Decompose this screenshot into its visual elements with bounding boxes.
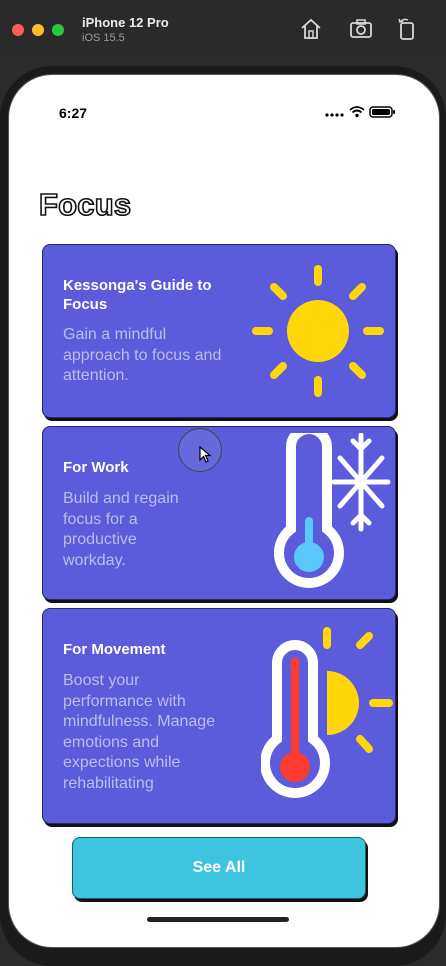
see-all-button[interactable]: See All	[72, 837, 366, 899]
home-icon[interactable]	[298, 16, 324, 42]
signal-icon	[325, 113, 344, 117]
simulator-titlebar: iPhone 12 Pro iOS 15.5	[0, 0, 446, 58]
status-time: 6:27	[59, 105, 88, 121]
card-description: Gain a mindful approach to focus and att…	[63, 326, 222, 384]
thermometer-snowflake-icon	[274, 433, 391, 588]
sun-icon	[252, 265, 384, 397]
thermometer-sun-icon	[261, 627, 393, 798]
minimize-window-button[interactable]	[32, 24, 44, 36]
page-title: Focus	[38, 186, 132, 223]
phone-screen: 6:27 Focus Kessonga's Guide to Focus Gai…	[8, 74, 440, 948]
status-icons	[325, 106, 395, 118]
card-title: For Movement	[63, 641, 166, 658]
os-version: iOS 15.5	[82, 32, 125, 44]
card-description: Boost your performance with mindfulness.…	[63, 672, 216, 792]
home-indicator	[147, 917, 289, 922]
wifi-icon	[349, 106, 365, 118]
cursor-arrow-icon	[199, 446, 212, 463]
battery-icon	[369, 106, 395, 118]
card-title: Kessonga's Guide to Focus	[63, 277, 212, 313]
card-for-movement[interactable]: For Movement Boost your performance with…	[42, 608, 396, 824]
rotate-icon[interactable]	[394, 16, 420, 42]
device-name: iPhone 12 Pro	[82, 15, 169, 30]
card-guide-to-focus[interactable]: Kessonga's Guide to Focus Gain a mindful…	[42, 244, 396, 418]
zoom-window-button[interactable]	[52, 24, 64, 36]
screenshot-icon[interactable]	[348, 16, 374, 42]
close-window-button[interactable]	[12, 24, 24, 36]
card-description: Build and regain focus for a productive …	[63, 490, 179, 569]
